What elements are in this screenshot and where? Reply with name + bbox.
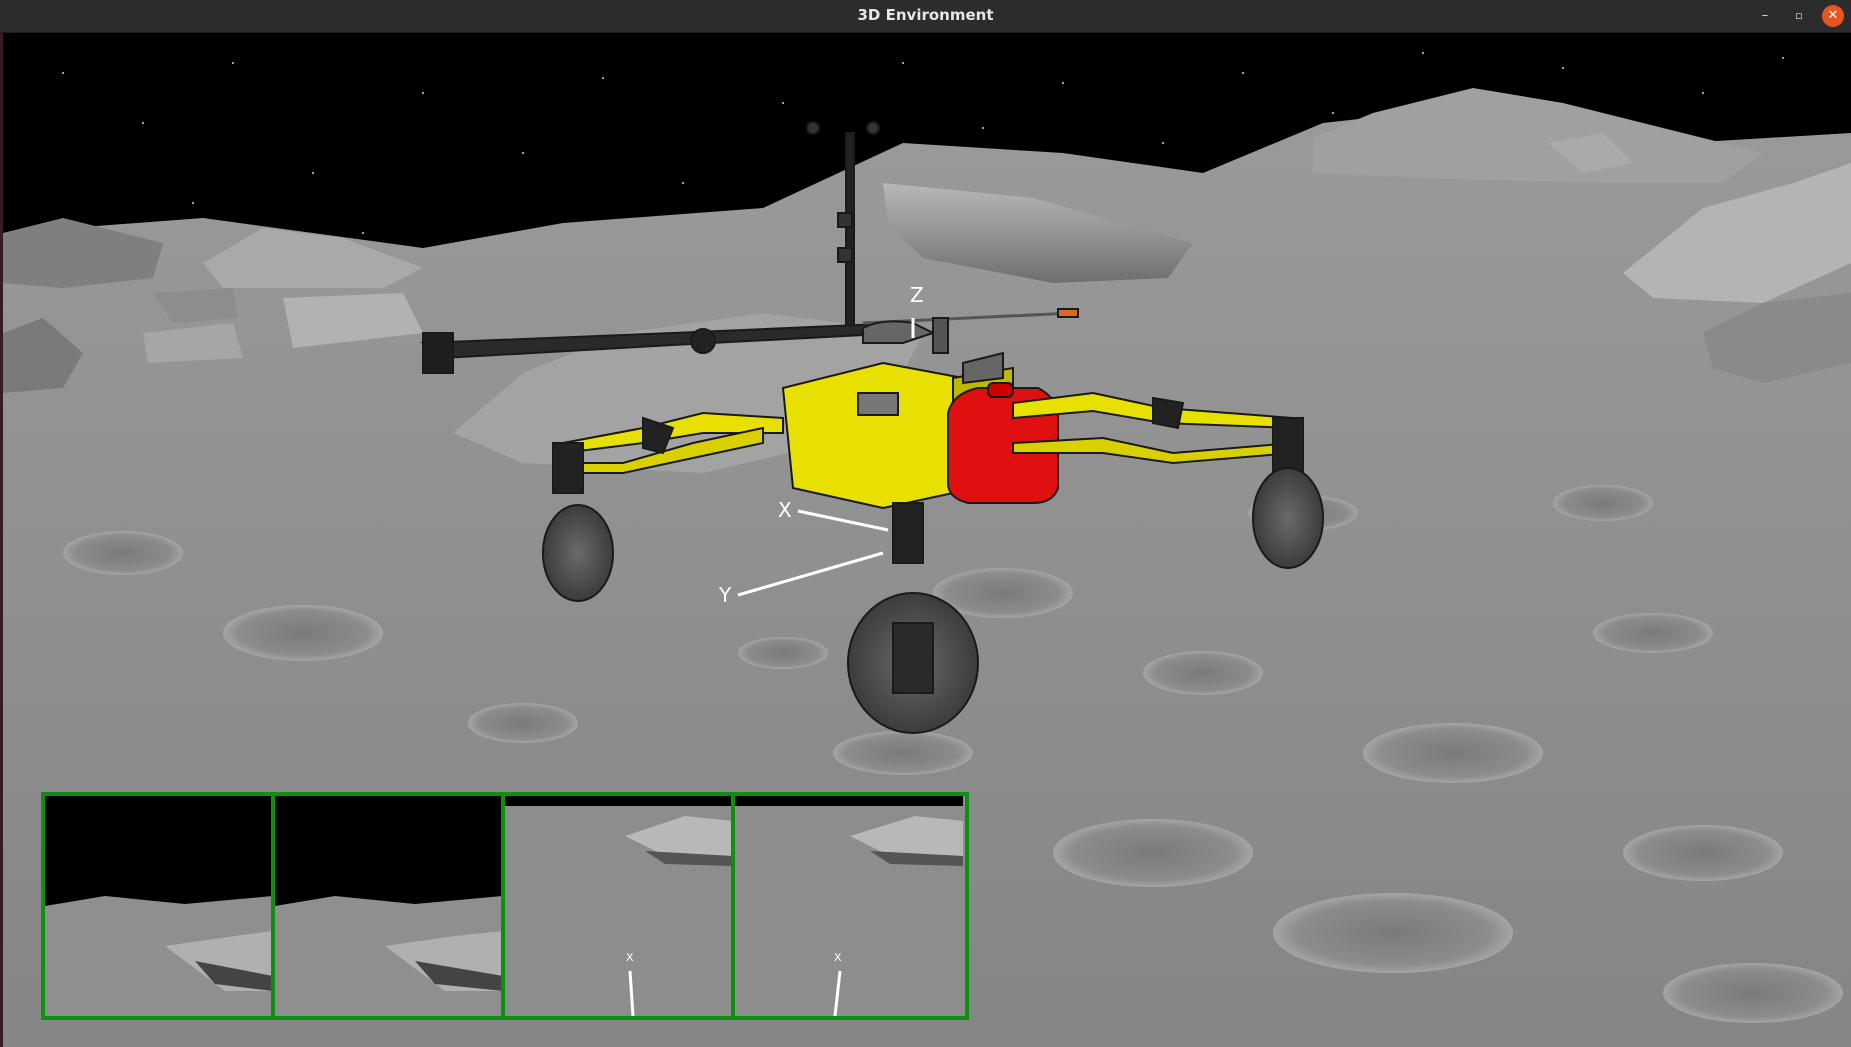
camera-view-1[interactable] (45, 796, 275, 1016)
window-title: 3D Environment (857, 6, 994, 24)
axis-label-x: X (778, 498, 792, 522)
camera-views-panel: X X (41, 792, 969, 1020)
minimize-button[interactable]: – (1754, 5, 1776, 27)
maximize-button[interactable]: ▫ (1788, 5, 1810, 27)
rover-mast (845, 132, 855, 334)
wheel-right (1252, 467, 1324, 569)
camera-4-axis-label: X (834, 951, 842, 964)
wheel-left (542, 504, 614, 602)
app-window: 3D Environment – ▫ ✕ X Y Z X X (0, 0, 1851, 1047)
camera-view-3[interactable]: X (505, 796, 735, 1016)
close-button[interactable]: ✕ (1822, 5, 1844, 27)
camera-view-4[interactable]: X (735, 796, 965, 1016)
camera-view-2[interactable] (275, 796, 505, 1016)
title-bar[interactable]: 3D Environment – ▫ ✕ (0, 0, 1851, 33)
3d-viewport[interactable]: X Y Z X X (3, 33, 1851, 1047)
camera-3-axis-label: X (626, 951, 634, 964)
axis-label-y: Y (719, 583, 732, 607)
rover-body (781, 361, 965, 510)
axis-label-z: Z (910, 283, 924, 307)
